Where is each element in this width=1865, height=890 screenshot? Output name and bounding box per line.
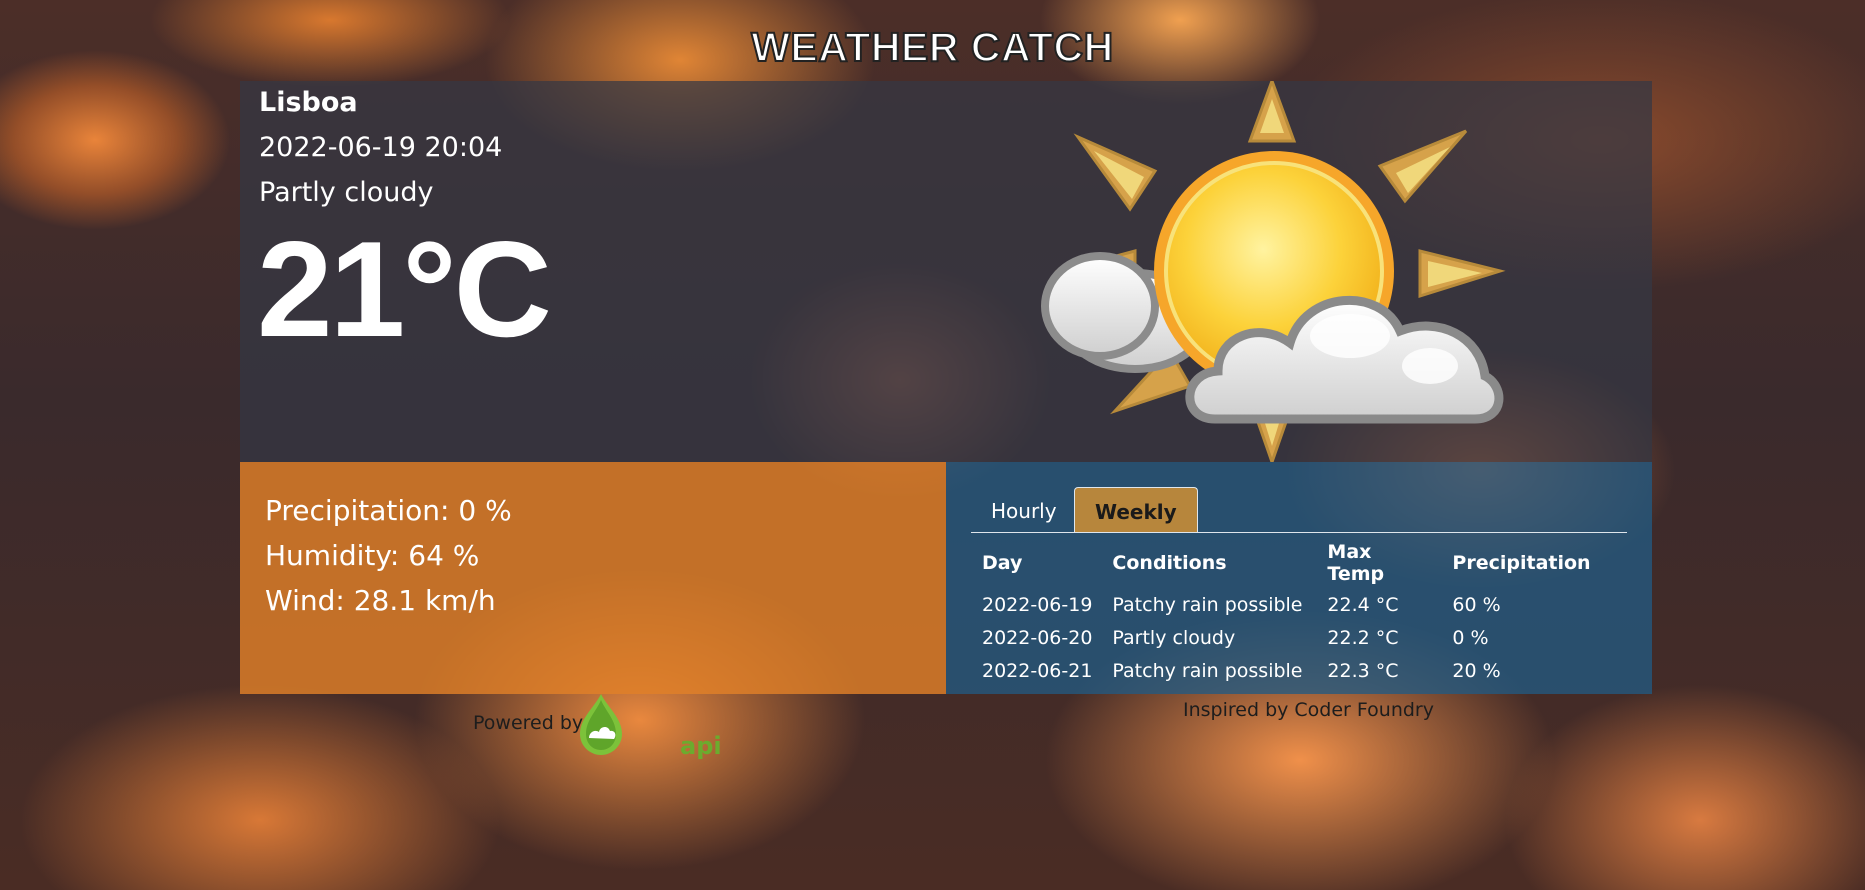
partly-cloudy-sun-icon: [1041, 81, 1506, 462]
app-title: WEATHER CATCH: [750, 23, 1114, 71]
current-condition: Partly cloudy: [259, 177, 434, 208]
tab-weekly[interactable]: Weekly: [1074, 487, 1198, 532]
cell-conditions: Patchy rain possible: [1112, 593, 1303, 616]
inspired-by-credit: Inspired by Coder Foundry: [1183, 699, 1434, 721]
cell-day: 2022-06-21: [982, 659, 1093, 682]
current-weather-panel: Lisboa 2022-06-19 20:04 Partly cloudy 21…: [240, 81, 1652, 462]
forecast-tabs: Hourly Weekly: [971, 487, 1627, 533]
cell-max-temp: 22.3 °C: [1327, 659, 1399, 682]
cell-max-temp: 22.2 °C: [1327, 626, 1399, 649]
forecast-panel: Hourly Weekly Day Conditions Max Temp Pr…: [946, 462, 1652, 694]
tab-hourly[interactable]: Hourly: [971, 487, 1077, 532]
table-header-row: Day Conditions Max Temp Precipitation: [974, 541, 1604, 591]
column-header-conditions: Conditions: [1112, 552, 1227, 574]
cell-precipitation: 60 %: [1452, 593, 1501, 616]
cell-max-temp: 22.4 °C: [1327, 593, 1399, 616]
city-name: Lisboa: [259, 87, 358, 118]
cell-precipitation: 0 %: [1452, 626, 1489, 649]
wind-stat: Wind: 28.1 km/h: [265, 584, 496, 617]
cell-conditions: Patchy rain possible: [1112, 659, 1303, 682]
powered-by-label: Powered by: [473, 712, 584, 734]
current-datetime: 2022-06-19 20:04: [259, 132, 503, 163]
current-stats-panel: Precipitation: 0 % Humidity: 64 % Wind: …: [240, 462, 946, 694]
forecast-table: Day Conditions Max Temp Precipitation 20…: [974, 541, 1604, 690]
cell-day: 2022-06-19: [982, 593, 1093, 616]
column-header-max-temp: Max Temp: [1327, 541, 1385, 585]
precipitation-stat: Precipitation: 0 %: [265, 494, 512, 527]
cell-conditions: Partly cloudy: [1112, 626, 1236, 649]
cell-day: 2022-06-20: [982, 626, 1093, 649]
api-logo-text: api: [680, 732, 722, 760]
table-row: 2022-06-21 Patchy rain possible 22.3 °C …: [974, 657, 1604, 690]
weather-api-logo[interactable]: api: [578, 690, 728, 760]
table-row: 2022-06-19 Patchy rain possible 22.4 °C …: [974, 591, 1604, 624]
current-temperature: 21°C: [257, 213, 552, 365]
column-header-precipitation: Precipitation: [1452, 552, 1591, 574]
column-header-day: Day: [982, 552, 1023, 574]
cell-precipitation: 20 %: [1452, 659, 1501, 682]
table-row: 2022-06-20 Partly cloudy 22.2 °C 0 %: [974, 624, 1604, 657]
humidity-stat: Humidity: 64 %: [265, 539, 480, 572]
